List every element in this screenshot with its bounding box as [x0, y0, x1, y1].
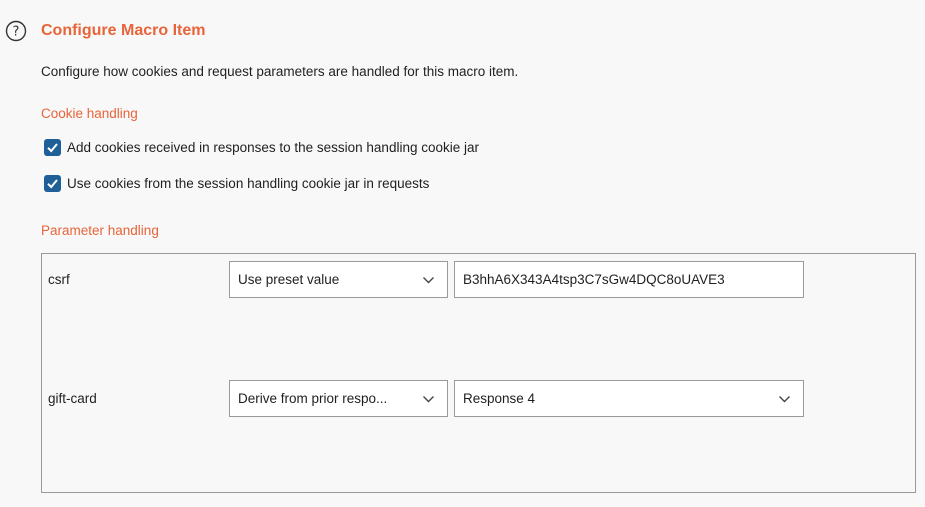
gift-card-mode-value: Derive from prior respo...	[238, 390, 388, 406]
csrf-mode-value: Use preset value	[238, 271, 340, 287]
chevron-down-icon	[423, 276, 434, 283]
csrf-mode-dropdown[interactable]: Use preset value	[229, 261, 448, 298]
add-cookies-label: Add cookies received in responses to the…	[67, 140, 479, 155]
parameter-handling-heading: Parameter handling	[41, 223, 159, 238]
gift-card-response-value: Response 4	[463, 390, 536, 406]
csrf-value-input[interactable]	[454, 261, 804, 298]
add-cookies-option[interactable]: Add cookies received in responses to the…	[44, 139, 479, 156]
help-icon[interactable]: ?	[5, 20, 27, 42]
page-title: Configure Macro Item	[41, 22, 206, 39]
param-name-csrf: csrf	[48, 272, 70, 287]
parameter-panel: csrf Use preset value gift-card Derive f…	[41, 253, 916, 493]
chevron-down-icon	[423, 395, 434, 402]
use-cookies-checkbox[interactable]	[44, 175, 61, 192]
param-name-gift-card: gift-card	[48, 391, 97, 406]
cookie-handling-heading: Cookie handling	[41, 106, 138, 121]
use-cookies-option[interactable]: Use cookies from the session handling co…	[44, 175, 429, 192]
page-description: Configure how cookies and request parame…	[41, 64, 519, 79]
use-cookies-label: Use cookies from the session handling co…	[67, 176, 430, 191]
checkmark-icon	[47, 179, 58, 189]
svg-text:?: ?	[13, 25, 20, 40]
add-cookies-checkbox[interactable]	[44, 139, 61, 156]
chevron-down-icon	[779, 395, 790, 402]
checkmark-icon	[47, 143, 58, 153]
gift-card-mode-dropdown[interactable]: Derive from prior respo...	[229, 380, 448, 417]
gift-card-response-dropdown[interactable]: Response 4	[454, 380, 804, 417]
